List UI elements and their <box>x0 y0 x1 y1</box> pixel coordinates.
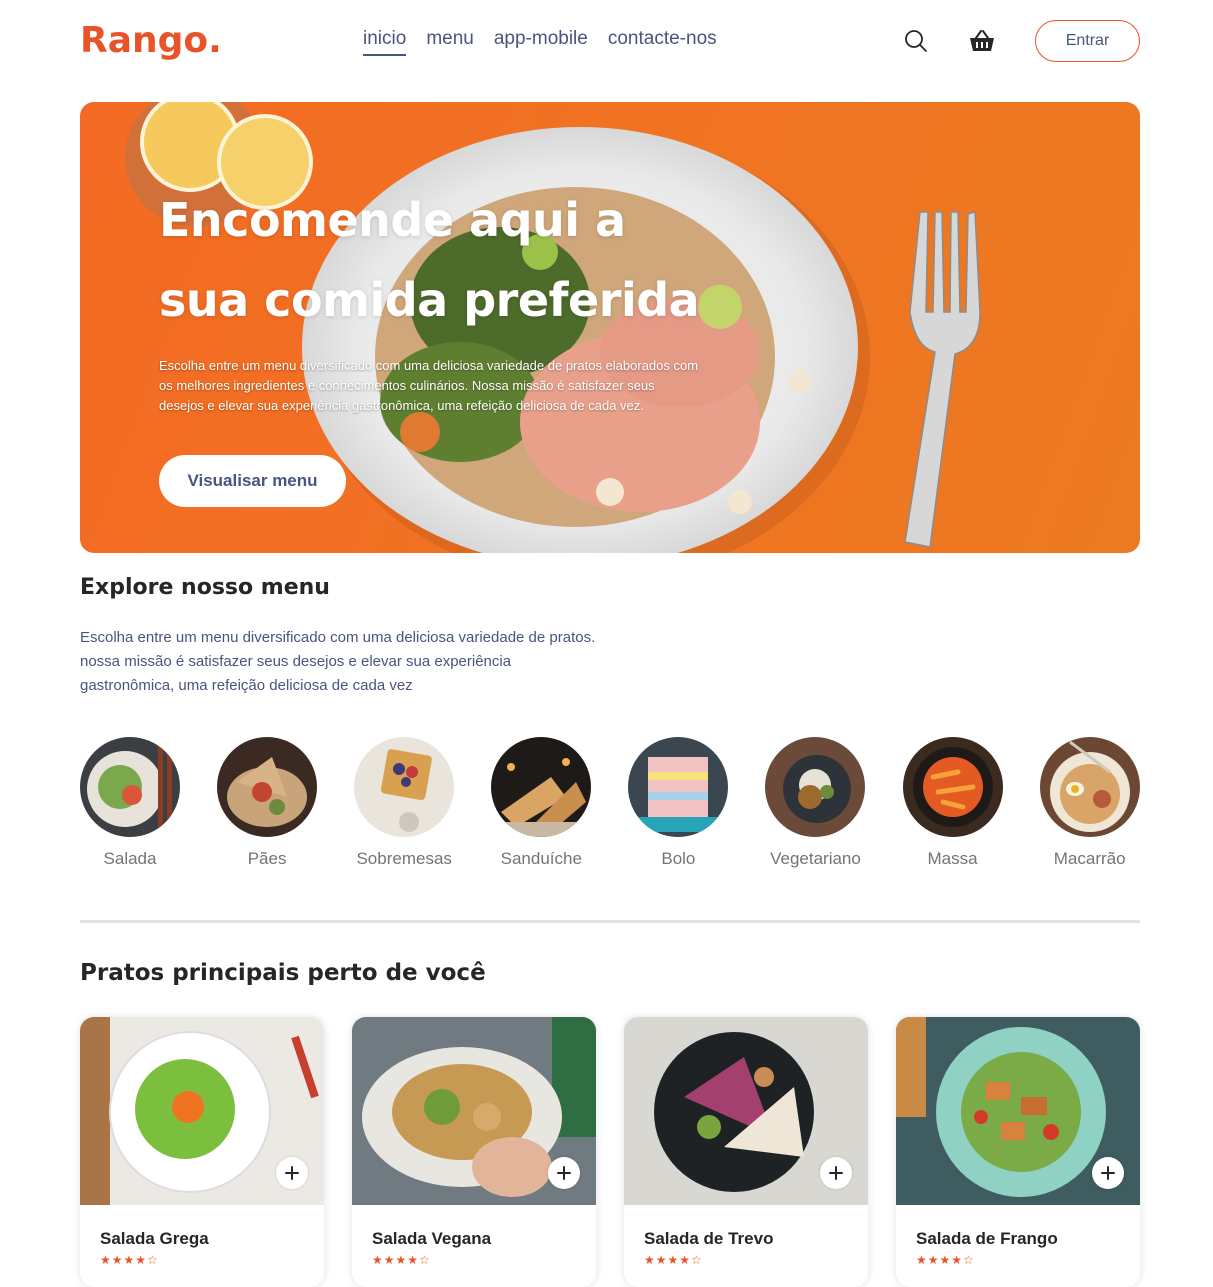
plus-icon <box>557 1166 571 1180</box>
category-salada[interactable]: Salada <box>80 737 180 877</box>
basket-icon[interactable] <box>969 28 995 54</box>
category-image <box>80 737 180 837</box>
category-image <box>491 737 592 837</box>
section-divider <box>80 920 1140 923</box>
explore-menu-title: Explore nosso menu <box>80 575 330 600</box>
category-label: Bolo <box>661 849 696 868</box>
nav-link-menu[interactable]: menu <box>426 28 474 56</box>
navbar: Rango. inicio menu app-mobile contacte-n… <box>80 18 1140 64</box>
rating-stars: ★★★★☆ <box>372 1253 431 1267</box>
category-label: Sanduíche <box>500 849 582 868</box>
nav-link-contacte-nos[interactable]: contacte-nos <box>608 28 717 56</box>
dish-image <box>352 1017 596 1205</box>
dish-name: Salada de Frango <box>916 1229 1058 1248</box>
category-list: Salada Pães Sobremesas Sanduíche Bolo Ve… <box>80 737 1140 877</box>
dish-card[interactable]: Salada de Frango ★★★★☆ <box>896 1017 1140 1287</box>
plus-icon <box>285 1166 299 1180</box>
dish-image <box>896 1017 1140 1205</box>
dish-card[interactable]: Salada de Trevo ★★★★☆ <box>624 1017 868 1287</box>
nav-link-app-mobile[interactable]: app-mobile <box>494 28 588 56</box>
dish-name: Salada de Trevo <box>644 1229 774 1248</box>
add-to-cart-button[interactable] <box>548 1157 580 1189</box>
category-massa[interactable]: Massa <box>902 737 1003 877</box>
dish-grid: Salada Grega ★★★★☆ Salada Vegana ★★★★☆ S… <box>80 1017 1140 1287</box>
rating-stars: ★★★★☆ <box>644 1253 703 1267</box>
add-to-cart-button[interactable] <box>1092 1157 1124 1189</box>
dish-image <box>80 1017 324 1205</box>
explore-menu-description: Escolha entre um menu diversificado com … <box>80 629 596 694</box>
category-sobremesas[interactable]: Sobremesas <box>354 737 455 877</box>
plus-icon <box>829 1166 843 1180</box>
dish-name: Salada Vegana <box>372 1229 492 1248</box>
hero-title: Encomende aqui a sua comida preferida <box>159 193 700 327</box>
category-label: Vegetariano <box>770 849 861 868</box>
category-macarrao[interactable]: Macarrão <box>1039 737 1140 877</box>
search-icon[interactable] <box>903 28 929 54</box>
category-image <box>354 737 455 837</box>
dish-card[interactable]: Salada Vegana ★★★★☆ <box>352 1017 596 1287</box>
rating-stars: ★★★★☆ <box>100 1253 159 1267</box>
category-paes[interactable]: Pães <box>217 737 318 877</box>
signin-button[interactable]: Entrar <box>1035 20 1140 62</box>
nav-actions: Entrar <box>903 18 1140 64</box>
brand-logo[interactable]: Rango. <box>80 18 222 64</box>
category-bolo[interactable]: Bolo <box>628 737 729 877</box>
dish-card[interactable]: Salada Grega ★★★★☆ <box>80 1017 324 1287</box>
hero-description: Escolha entre um menu diversificado com … <box>159 358 699 413</box>
category-sanduiche[interactable]: Sanduíche <box>491 737 592 877</box>
nav-menu: inicio menu app-mobile contacte-nos <box>363 28 737 56</box>
category-vegetariano[interactable]: Vegetariano <box>765 737 866 877</box>
add-to-cart-button[interactable] <box>820 1157 852 1189</box>
category-image <box>1039 737 1140 837</box>
category-image <box>902 737 1003 837</box>
category-label: Pães <box>247 849 287 868</box>
category-label: Salada <box>103 849 157 868</box>
category-image <box>628 737 729 837</box>
category-label: Massa <box>927 849 978 868</box>
dish-name: Salada Grega <box>100 1229 209 1248</box>
dish-image <box>624 1017 868 1205</box>
hero-banner: Encomende aqui a sua comida preferida Es… <box>80 102 1140 553</box>
plus-icon <box>1101 1166 1115 1180</box>
category-label: Macarrão <box>1053 849 1126 868</box>
top-dishes-title: Pratos principais perto de você <box>80 960 486 986</box>
view-menu-button[interactable]: Visualisar menu <box>159 455 346 507</box>
category-image <box>765 737 866 837</box>
rating-stars: ★★★★☆ <box>916 1253 975 1267</box>
category-image <box>217 737 318 837</box>
category-label: Sobremesas <box>356 849 452 868</box>
nav-link-inicio[interactable]: inicio <box>363 28 407 56</box>
add-to-cart-button[interactable] <box>276 1157 308 1189</box>
